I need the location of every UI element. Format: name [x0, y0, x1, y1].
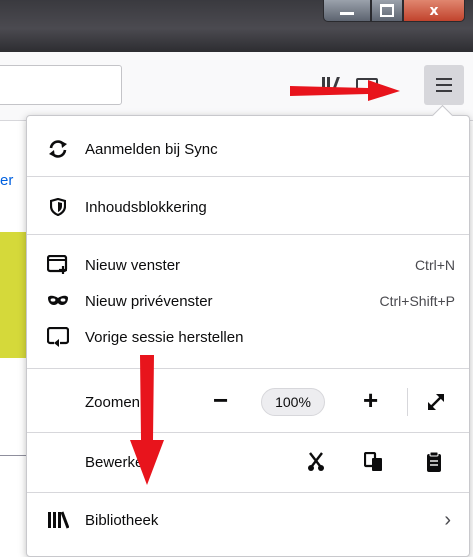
minimize-button[interactable]: [323, 0, 371, 22]
menu-item-label: Aanmelden bij Sync: [85, 140, 218, 158]
menu-item-restore-session[interactable]: Vorige sessie herstellen: [27, 322, 469, 352]
zoom-separator: [407, 388, 408, 416]
menu-item-label: Bibliotheek: [85, 511, 159, 529]
fullscreen-icon: [428, 394, 444, 410]
maximize-icon: [380, 4, 394, 17]
sidebar-toolbar-icon[interactable]: [356, 77, 378, 93]
menu-item-library[interactable]: Bibliotheek ›: [27, 505, 469, 535]
menu-item-label: Nieuw venster: [85, 256, 181, 274]
menu-item-private-window[interactable]: Nieuw privévenster Ctrl+Shift+P: [27, 286, 469, 316]
menu-item-sync[interactable]: Aanmelden bij Sync: [27, 134, 469, 164]
zoom-in-button[interactable]: +: [363, 387, 378, 413]
paste-button[interactable]: [423, 451, 445, 473]
page-divider: [0, 455, 26, 456]
menu-separator: [27, 432, 469, 433]
menu-separator: [27, 176, 469, 177]
minimize-icon: [340, 12, 354, 15]
menu-item-shortcut: Ctrl+Shift+P: [379, 293, 455, 309]
library-toolbar-icon[interactable]: [322, 77, 342, 93]
navigation-toolbar: [0, 52, 473, 121]
scissors-icon: [308, 452, 324, 471]
chevron-right-icon: ›: [444, 508, 451, 531]
maximize-button[interactable]: [371, 0, 403, 22]
menu-item-zoom: Zoomen − 100% +: [27, 384, 469, 420]
menu-item-label: Nieuw privévenster: [85, 292, 213, 310]
window-titlebar: x: [0, 0, 473, 52]
url-bar[interactable]: [0, 65, 122, 105]
menu-item-edit: Bewerken: [27, 444, 469, 480]
copy-button[interactable]: [363, 451, 385, 473]
zoom-out-button[interactable]: −: [213, 387, 228, 413]
cut-button[interactable]: [305, 451, 327, 473]
library-icon: [47, 509, 69, 531]
new-window-icon: [47, 254, 69, 276]
menu-item-shortcut: Ctrl+N: [414, 257, 455, 273]
menu-item-content-blocking[interactable]: Inhoudsblokkering: [27, 192, 469, 222]
restore-session-icon: [47, 326, 69, 348]
menu-item-new-window[interactable]: Nieuw venster Ctrl+N: [27, 250, 469, 280]
clipboard-icon: [427, 451, 441, 472]
copy-icon: [364, 452, 382, 471]
menu-item-label: Inhoudsblokkering: [85, 198, 207, 216]
page-link-fragment[interactable]: er: [0, 172, 13, 189]
fullscreen-button[interactable]: [425, 391, 447, 413]
private-mask-icon: [47, 290, 69, 312]
menu-item-label: Vorige sessie herstellen: [85, 328, 244, 346]
sync-icon: [47, 138, 69, 160]
app-menu-panel: Aanmelden bij Sync Inhoudsblokkering Nie…: [26, 104, 470, 557]
edit-label: Bewerken: [85, 453, 152, 471]
menu-separator: [27, 492, 469, 493]
zoom-label: Zoomen: [85, 393, 141, 411]
hamburger-icon: [436, 78, 452, 80]
open-menu-button[interactable]: [424, 65, 464, 105]
zoom-reset-button[interactable]: 100%: [261, 388, 325, 416]
window-controls: x: [323, 0, 465, 22]
page-colored-band: [0, 232, 26, 358]
close-icon: x: [429, 2, 439, 19]
close-window-button[interactable]: x: [403, 0, 465, 22]
menu-separator: [27, 368, 469, 369]
toolbar-icons: [322, 77, 378, 93]
menu-separator: [27, 234, 469, 235]
shield-icon: [47, 196, 69, 218]
